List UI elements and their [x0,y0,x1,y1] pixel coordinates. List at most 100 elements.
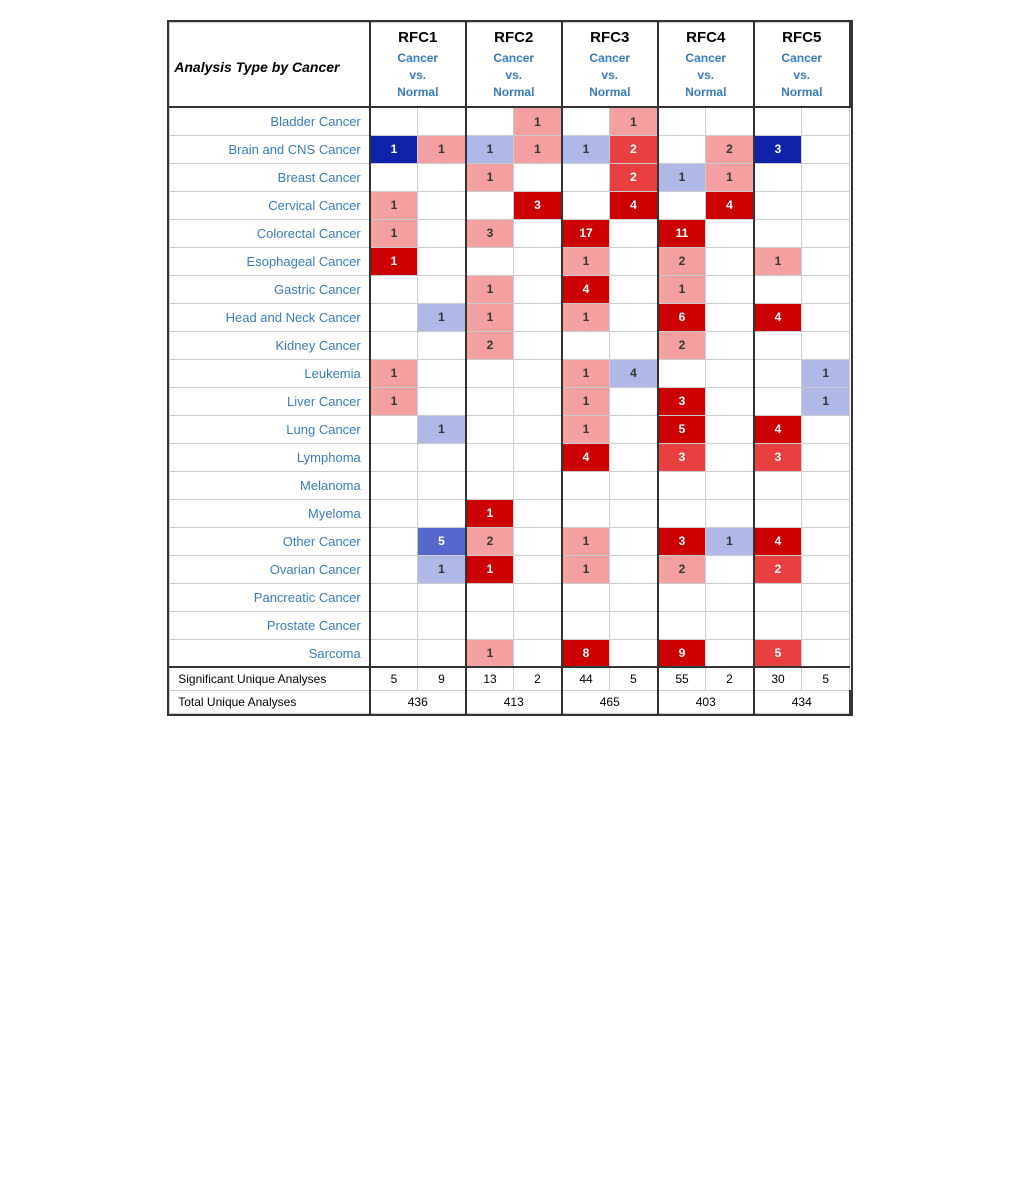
data-cell [658,135,706,163]
data-cell [514,527,562,555]
data-cell [802,639,850,667]
cancer-name-cell: Other Cancer [170,527,370,555]
sig-value-cell: 2 [706,667,754,691]
data-cell: 3 [658,387,706,415]
data-cell [370,303,418,331]
data-cell [610,387,658,415]
table-row: Cervical Cancer1344 [170,191,850,219]
rfc1-header: RFC1 [370,23,466,49]
data-cell: 1 [610,107,658,135]
data-cell [802,247,850,275]
data-cell [658,359,706,387]
data-cell [610,219,658,247]
data-cell: 5 [658,415,706,443]
data-cell [466,191,514,219]
total-value-cell: 403 [658,691,754,714]
data-cell [802,331,850,359]
data-cell [370,555,418,583]
data-cell: 1 [562,303,610,331]
data-cell [418,219,466,247]
data-cell [562,107,610,135]
cancer-name-cell: Breast Cancer [170,163,370,191]
data-cell [562,499,610,527]
table-row: Lung Cancer1154 [170,415,850,443]
data-cell [418,639,466,667]
data-cell [418,331,466,359]
data-cell: 1 [562,359,610,387]
data-cell [802,527,850,555]
data-cell: 1 [370,247,418,275]
data-cell [466,443,514,471]
data-cell: 1 [370,219,418,247]
sig-value-cell: 55 [658,667,706,691]
data-cell [370,275,418,303]
data-cell: 1 [466,499,514,527]
data-cell: 1 [706,527,754,555]
data-cell [802,275,850,303]
data-cell [610,303,658,331]
data-cell [562,471,610,499]
sig-value-cell: 30 [754,667,802,691]
rfc5-sub: Cancervs.Normal [754,48,850,107]
total-value-cell: 434 [754,691,850,714]
data-cell [370,639,418,667]
data-cell [706,415,754,443]
data-cell: 1 [658,275,706,303]
data-cell [706,499,754,527]
data-cell [370,527,418,555]
table-row: Gastric Cancer141 [170,275,850,303]
data-cell [610,471,658,499]
cancer-name-cell: Melanoma [170,471,370,499]
data-cell [610,639,658,667]
data-cell [466,611,514,639]
data-cell [514,611,562,639]
data-cell [610,527,658,555]
rfc2-header: RFC2 [466,23,562,49]
data-cell [706,583,754,611]
data-cell: 2 [610,135,658,163]
data-cell [706,555,754,583]
data-cell [514,303,562,331]
data-cell: 4 [754,303,802,331]
data-cell: 4 [706,191,754,219]
data-cell: 1 [562,415,610,443]
data-cell [418,387,466,415]
sig-value-cell: 5 [610,667,658,691]
table-row: Ovarian Cancer11122 [170,555,850,583]
data-cell: 1 [418,415,466,443]
table-row: Leukemia1141 [170,359,850,387]
data-cell [706,219,754,247]
data-cell: 3 [658,443,706,471]
data-cell [802,191,850,219]
data-cell [466,471,514,499]
cancer-name-cell: Cervical Cancer [170,191,370,219]
data-cell [754,471,802,499]
cancer-name-cell: Brain and CNS Cancer [170,135,370,163]
data-cell [466,107,514,135]
data-cell [610,247,658,275]
data-cell [754,331,802,359]
data-cell: 4 [562,275,610,303]
rfc3-header: RFC3 [562,23,658,49]
data-cell: 4 [562,443,610,471]
data-cell [514,275,562,303]
data-cell: 1 [370,135,418,163]
table-row: Lymphoma433 [170,443,850,471]
data-cell [418,499,466,527]
data-cell: 8 [562,639,610,667]
data-cell [706,331,754,359]
data-cell: 5 [754,639,802,667]
data-cell: 1 [466,639,514,667]
table-row: Pancreatic Cancer [170,583,850,611]
significant-analyses-row: Significant Unique Analyses5913244555230… [170,667,850,691]
data-cell [706,275,754,303]
data-cell: 4 [610,359,658,387]
data-cell [658,471,706,499]
data-cell [754,359,802,387]
data-cell [514,443,562,471]
cancer-name-cell: Lymphoma [170,443,370,471]
data-cell: 1 [754,247,802,275]
rfc2-sub: Cancervs.Normal [466,48,562,107]
data-cell: 6 [658,303,706,331]
cancer-name-cell: Bladder Cancer [170,107,370,135]
